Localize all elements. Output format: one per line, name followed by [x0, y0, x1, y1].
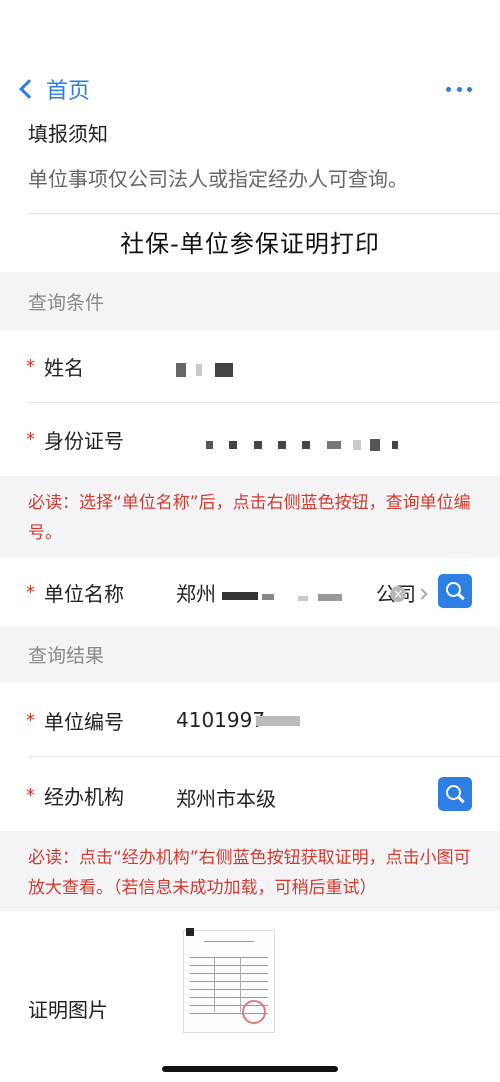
agency-label: 经办机构 — [44, 785, 124, 809]
more-dot-icon — [456, 86, 462, 92]
masked-text — [326, 440, 341, 449]
name-field[interactable] — [176, 356, 233, 380]
unit-code-value: 4101997 — [176, 708, 266, 732]
form-row-unit-name: * 单位名称 郑州 公司 × — [0, 558, 500, 626]
notice-text: 单位事项仅公司法人或指定经办人可查询。 — [28, 167, 408, 191]
masked-text — [222, 592, 258, 600]
masked-text — [176, 362, 186, 377]
home-indicator — [162, 1066, 338, 1072]
thumb-line — [204, 941, 254, 942]
search-icon-handle — [457, 592, 465, 600]
more-dot-icon — [467, 86, 472, 92]
notice-title: 填报须知 — [28, 122, 108, 146]
id-number-field[interactable] — [206, 431, 398, 455]
nav-bar: 首页 — [0, 66, 500, 112]
form-row-agency: * 经办机构 郑州市本级 — [0, 757, 500, 831]
required-mark: * — [26, 356, 35, 377]
clear-icon[interactable]: × — [390, 586, 406, 602]
thumb-line — [190, 981, 268, 982]
stamp-seal — [242, 1000, 266, 1024]
masked-text — [253, 440, 262, 449]
required-mark: * — [26, 429, 35, 450]
required-mark: * — [26, 785, 35, 806]
thumb-line — [190, 989, 268, 990]
masked-text — [369, 438, 380, 451]
form-row-id: * 身份证号 — [0, 403, 500, 475]
certificate-image-label: 证明图片 — [28, 998, 108, 1022]
search-unit-button[interactable] — [438, 574, 472, 608]
section-header-query: 查询条件 — [0, 272, 500, 330]
thumb-line — [240, 957, 241, 1012]
thumb-line — [190, 957, 268, 958]
form-row-unit-code: * 单位编号 4101997 — [0, 682, 500, 756]
masked-text — [229, 440, 238, 449]
masked-text — [256, 716, 300, 726]
more-menu-button[interactable] — [446, 76, 472, 102]
more-dot-icon — [446, 86, 451, 92]
masked-text — [278, 440, 287, 449]
form-row-name: * 姓名 — [0, 330, 500, 402]
get-certificate-button[interactable] — [438, 777, 472, 811]
agency-value: 郑州市本级 — [176, 787, 276, 811]
warning-certificate: 必读：点击“经办机构”右侧蓝色按钮获取证明，点击小图可放大查看。（若信息未成功加… — [0, 831, 500, 911]
thumb-line — [190, 965, 268, 966]
id-label: 身份证号 — [44, 429, 124, 453]
thumb-line — [190, 973, 268, 974]
masked-text — [298, 596, 308, 601]
masked-text — [353, 439, 362, 450]
masked-text — [302, 440, 311, 449]
masked-text — [214, 362, 233, 377]
back-button[interactable]: 首页 — [16, 72, 90, 106]
unit-name-field[interactable]: 郑州 — [176, 578, 216, 607]
back-label: 首页 — [46, 79, 91, 104]
thumb-line — [190, 997, 268, 998]
chevron-left-icon — [19, 79, 39, 99]
unit-name-prefix: 郑州 — [176, 582, 216, 606]
required-mark: * — [26, 710, 35, 731]
masked-text — [206, 440, 213, 449]
required-mark: * — [26, 582, 35, 603]
chevron-right-icon[interactable] — [416, 588, 428, 600]
search-icon-handle — [457, 795, 465, 803]
unit-code-label: 单位编号 — [44, 710, 124, 734]
masked-text — [262, 594, 274, 600]
masked-text — [196, 363, 203, 376]
unit-name-label: 单位名称 — [44, 582, 124, 606]
section-header-result: 查询结果 — [0, 626, 500, 682]
divider — [28, 213, 500, 214]
masked-text — [318, 594, 342, 601]
thumb-line — [214, 957, 215, 1012]
masked-text — [391, 440, 398, 449]
name-label: 姓名 — [44, 356, 84, 380]
thumb-corner-mark — [186, 928, 194, 936]
warning-unit-name: 必读：选择“单位名称”后，点击右侧蓝色按钮，查询单位编号。 — [0, 476, 500, 558]
page-title: 社保-单位参保证明打印 — [120, 230, 380, 258]
certificate-thumbnail[interactable] — [183, 930, 275, 1033]
